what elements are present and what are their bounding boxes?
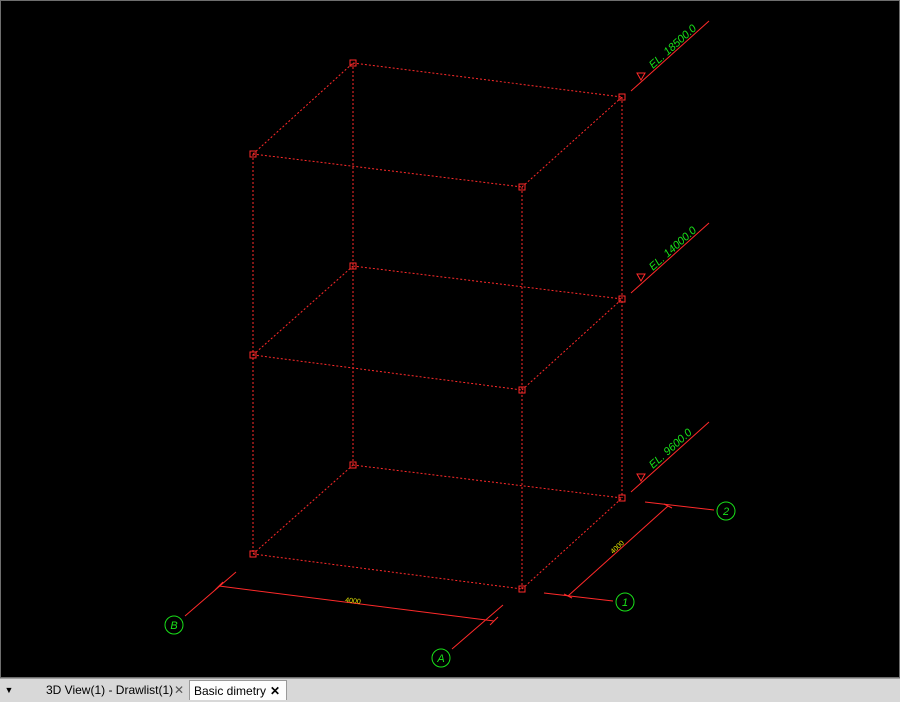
beams-middle-level (252, 265, 623, 391)
document-tab-bar: ▼ 3D View(1) - Drawlist(1) ✕ Basic dimet… (0, 678, 900, 702)
elevation-label: EL. 14000.0 (647, 224, 700, 273)
beams-top-level (252, 62, 623, 188)
beam-mid-left[interactable] (252, 265, 354, 356)
beam-top-back[interactable] (352, 62, 623, 98)
tab-3d-view[interactable]: 3D View(1) - Drawlist(1) ✕ (40, 680, 190, 700)
dimension-text: 4000 (345, 597, 361, 606)
close-icon[interactable]: ✕ (270, 681, 280, 701)
beam-top-left[interactable] (252, 62, 354, 155)
beam-bottom-back[interactable] (352, 464, 623, 499)
elevation-marker-14000: EL. 14000.0 (630, 222, 710, 294)
tab-basic-dimetry[interactable]: Basic dimetry ✕ (189, 680, 287, 700)
elevation-triangle-icon (636, 273, 646, 283)
grid-bubble-label: B (170, 620, 177, 632)
close-icon[interactable]: ✕ (174, 680, 184, 700)
node-markers (249, 59, 626, 593)
dimension-text: 4000 (610, 540, 626, 556)
beam-mid-front[interactable] (252, 354, 523, 391)
beams-bottom-level (252, 464, 623, 590)
elevation-label: EL. 18500.0 (647, 22, 700, 71)
grid-line (543, 592, 614, 602)
grid-line (451, 604, 504, 650)
grid-bubble-label: 2 (722, 506, 729, 518)
beam-bottom-front[interactable] (252, 553, 523, 590)
dimension-side: 4000 (563, 503, 673, 599)
grid-line-2: 2 (644, 501, 736, 521)
structure-drawing[interactable]: EL. 18500.0 EL. 14000.0 EL. 9600.0 B A 1… (1, 1, 899, 677)
beam-mid-back[interactable] (352, 265, 623, 300)
beam-bottom-left[interactable] (252, 464, 354, 555)
beam-top-front[interactable] (252, 153, 523, 188)
dimension-front: 4000 (214, 581, 499, 626)
grid-line-1: 1 (543, 592, 635, 612)
tab-label: 3D View(1) - Drawlist(1) (46, 683, 174, 697)
tab-list-dropdown-icon[interactable]: ▼ (2, 683, 16, 697)
column-lines (252, 63, 623, 589)
beam-top-right[interactable] (521, 96, 623, 188)
grid-bubble-label: 1 (622, 597, 628, 609)
application-window: EL. 18500.0 EL. 14000.0 EL. 9600.0 B A 1… (0, 0, 900, 702)
grid-bubble-label: A (436, 653, 444, 665)
elevation-label: EL. 9600.0 (647, 426, 695, 471)
3d-viewport[interactable]: EL. 18500.0 EL. 14000.0 EL. 9600.0 B A 1… (0, 0, 900, 678)
beam-bottom-right[interactable] (521, 497, 623, 590)
elevation-marker-18500: EL. 18500.0 (630, 20, 710, 92)
grid-line (184, 571, 237, 617)
tab-label: Basic dimetry (194, 684, 267, 698)
beam-mid-right[interactable] (521, 298, 623, 391)
grid-line (644, 501, 715, 511)
elevation-marker-9600: EL. 9600.0 (630, 421, 710, 493)
grid-line-b: B (164, 571, 237, 635)
